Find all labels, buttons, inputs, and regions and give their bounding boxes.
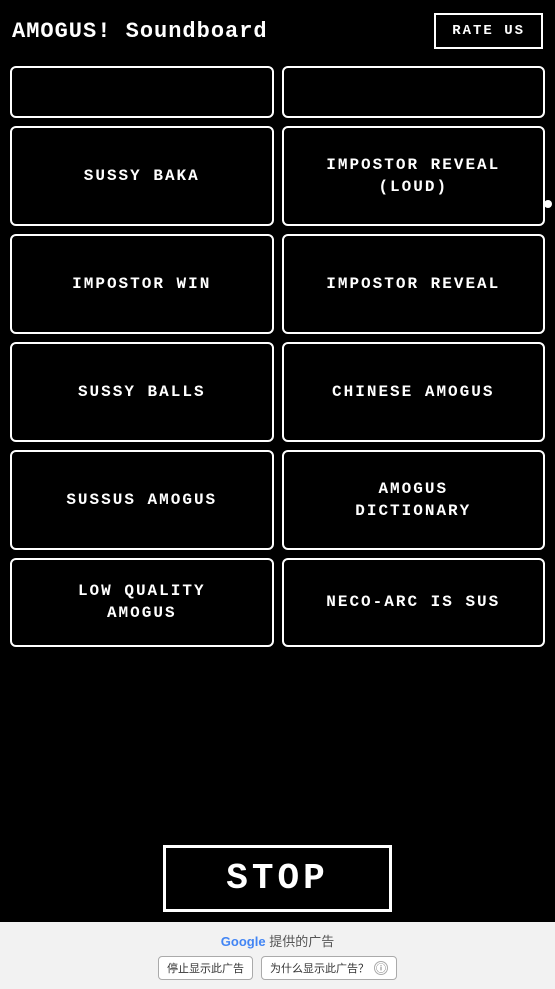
why-showing-button[interactable]: 为什么显示此广告？ ⓘ xyxy=(261,956,397,980)
sound-button-impostor-win[interactable]: IMPOSTOR WIN xyxy=(10,234,274,334)
ad-banner: Google 提供的广告 停止显示此广告 为什么显示此广告？ ⓘ xyxy=(0,922,555,989)
sound-button-partial-right[interactable] xyxy=(282,66,546,118)
stop-showing-ad-button[interactable]: 停止显示此广告 xyxy=(158,956,253,980)
rate-us-button[interactable]: RATE US xyxy=(434,13,543,49)
sound-grid: SUSSY BAKA IMPOSTOR REVEAL (LOUD) IMPOST… xyxy=(0,62,555,655)
header: AMOGUS! Soundboard RATE US xyxy=(0,0,555,62)
sound-button-partial-left[interactable] xyxy=(10,66,274,118)
sound-button-low-quality-amogus[interactable]: LOW QUALITY AMOGUS xyxy=(10,558,274,647)
sound-button-amogus-dictionary[interactable]: AMOGUS DICTIONARY xyxy=(282,450,546,550)
ad-buttons-row: 停止显示此广告 为什么显示此广告？ ⓘ xyxy=(158,956,397,980)
sound-button-chinese-amogus[interactable]: CHINESE AMOGUS xyxy=(282,342,546,442)
scrollbar-indicator xyxy=(544,200,552,208)
sound-button-neco-arc-is-sus[interactable]: NECO-ARC IS SUS xyxy=(282,558,546,647)
sound-button-sussus-amogus[interactable]: SUSSUS AMOGUS xyxy=(10,450,274,550)
google-text: Google xyxy=(221,934,266,949)
ad-info-icon[interactable]: ⓘ xyxy=(374,961,388,975)
stop-button[interactable]: STOP xyxy=(163,845,391,912)
sound-button-sussy-baka[interactable]: SUSSY BAKA xyxy=(10,126,274,226)
app-title: AMOGUS! Soundboard xyxy=(12,19,268,44)
sound-button-sussy-balls[interactable]: SUSSY BALLS xyxy=(10,342,274,442)
ad-label: Google 提供的广告 xyxy=(221,931,334,950)
ad-provided-text: 提供的广告 xyxy=(266,934,335,949)
sound-button-impostor-reveal[interactable]: IMPOSTOR REVEAL xyxy=(282,234,546,334)
sound-button-impostor-reveal-loud[interactable]: IMPOSTOR REVEAL (LOUD) xyxy=(282,126,546,226)
stop-bar: STOP xyxy=(0,837,555,922)
